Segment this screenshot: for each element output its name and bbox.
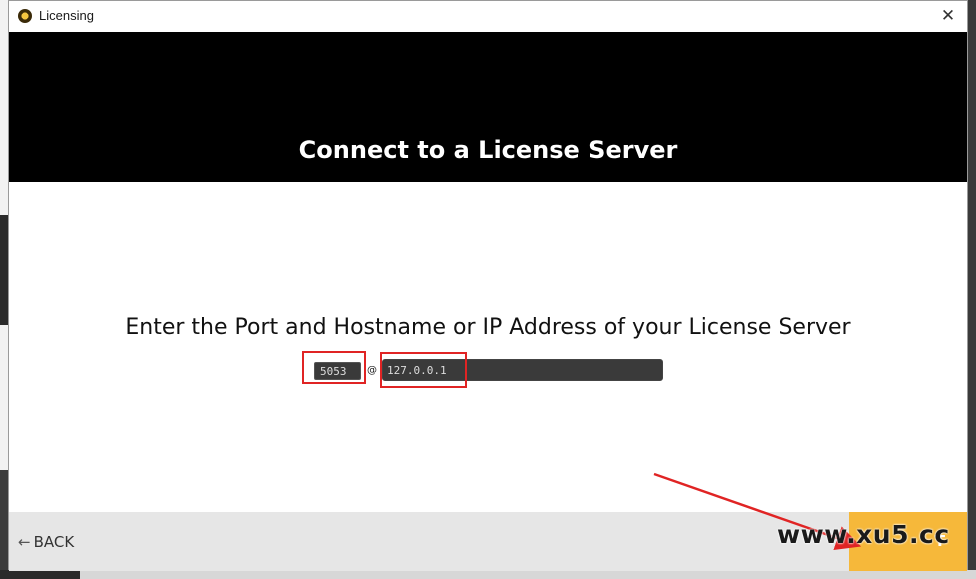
- title-bar[interactable]: Licensing ✕: [9, 1, 967, 32]
- port-input[interactable]: [314, 362, 361, 380]
- page-title: Connect to a License Server: [298, 136, 678, 164]
- server-prompt: Enter the Port and Hostname or IP Addres…: [125, 315, 851, 340]
- desktop-background-panel: [0, 215, 8, 325]
- desktop-taskbar-strip: [0, 570, 80, 579]
- desktop-background-panel-lower: [0, 470, 8, 579]
- port-host-separator: @: [367, 365, 377, 376]
- licensing-dialog: Licensing ✕ Connect to a License Server …: [8, 0, 968, 571]
- watermark-text: www.xu5.cc: [777, 520, 950, 549]
- app-logo-icon: [18, 9, 32, 23]
- arrow-left-icon: ←: [18, 533, 31, 551]
- hostname-input[interactable]: [382, 359, 663, 381]
- back-button-label: BACK: [33, 533, 75, 551]
- header-logo-icon: [464, 32, 614, 40]
- window-title: Licensing: [39, 8, 94, 23]
- back-button[interactable]: ← BACK: [18, 532, 74, 552]
- header-banner: Connect to a License Server: [9, 32, 967, 182]
- desktop-background-bottom: [0, 570, 976, 579]
- close-icon[interactable]: ✕: [937, 5, 959, 27]
